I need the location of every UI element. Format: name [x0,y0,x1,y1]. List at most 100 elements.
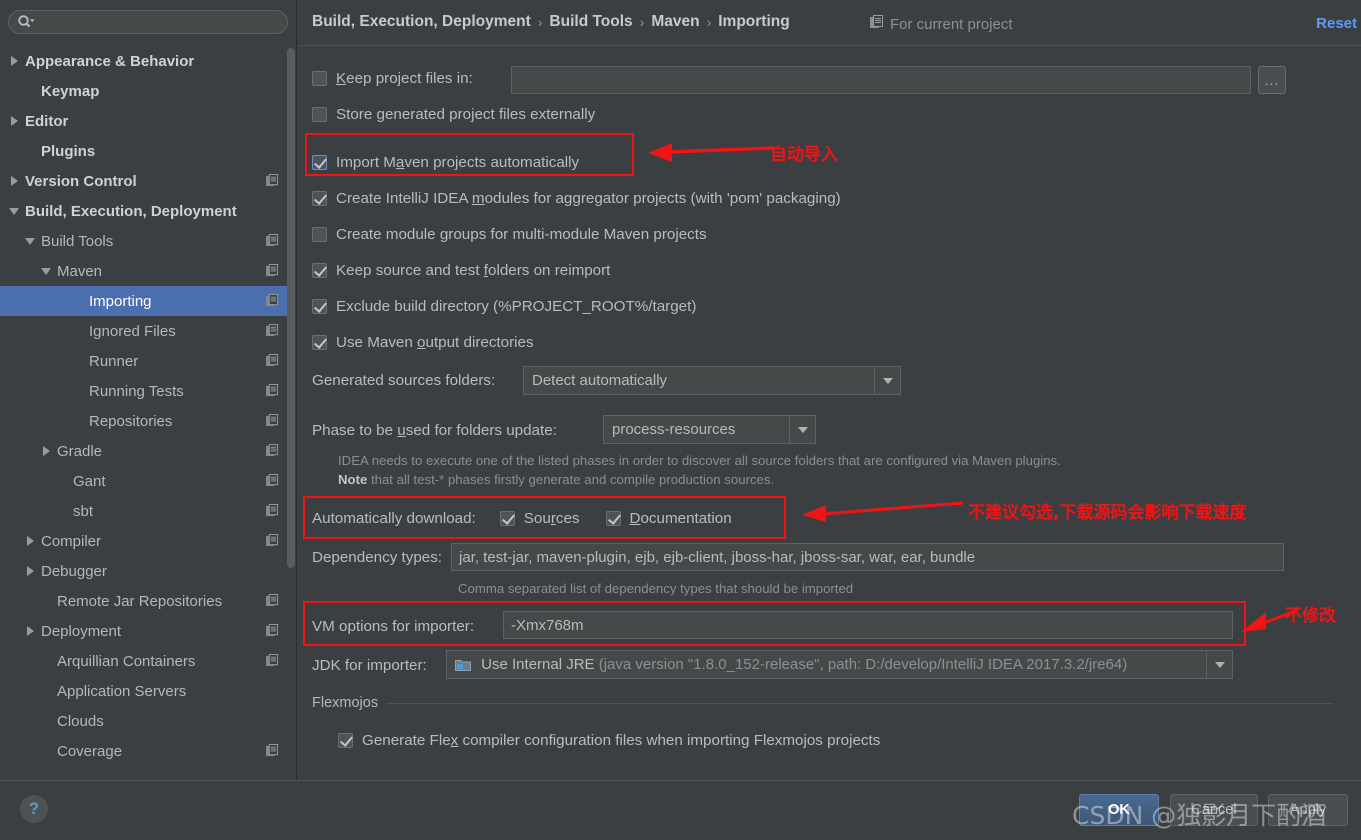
chevron-down-icon[interactable] [789,416,815,443]
sidebar-item-debugger[interactable]: Debugger [0,556,289,586]
sidebar-item-running-tests[interactable]: Running Tests [0,376,289,406]
download-sources-checkbox[interactable] [499,511,515,526]
import-maven-automatically-row[interactable]: Import Maven projects automatically [312,154,579,171]
chevron-down-icon[interactable] [8,204,22,218]
sidebar-item-importing[interactable]: Importing [0,286,289,316]
chevron-right-icon[interactable] [8,174,22,188]
chevron-right-icon[interactable] [40,444,54,458]
generate-flex-config-row[interactable]: Generate Flex compiler configuration fil… [338,732,880,749]
sidebar-item-gradle[interactable]: Gradle [0,436,289,466]
chevron-down-icon[interactable] [1206,651,1232,678]
sidebar-item-build-execution-deployment[interactable]: Build, Execution, Deployment [0,196,289,226]
sidebar-item-maven[interactable]: Maven [0,256,289,286]
sidebar-item-sbt[interactable]: sbt [0,496,289,526]
keep-project-files-browse-button[interactable]: ... [1258,66,1286,94]
generated-sources-folders-combo[interactable]: Detect automatically [523,366,901,395]
sidebar-item-keymap[interactable]: Keymap [0,76,289,106]
breadcrumb-item[interactable]: Build Tools [549,13,632,31]
breadcrumb-item[interactable]: Importing [718,13,789,31]
use-maven-output-directories-row[interactable]: Use Maven output directories [312,334,534,351]
sidebar-item-deployment[interactable]: Deployment [0,616,289,646]
store-generated-externally-row[interactable]: Store generated project files externally [312,106,595,123]
breadcrumb-item[interactable]: Maven [651,13,699,31]
breadcrumb-item[interactable]: Build, Execution, Deployment [312,13,531,31]
apply-button[interactable]: Apply [1268,794,1348,826]
project-scope-icon [266,474,279,487]
project-scope-icon [266,354,279,367]
breadcrumb-separator: › [537,14,543,30]
chevron-down-icon[interactable] [874,367,900,394]
sidebar-item-label: Build Tools [41,232,114,250]
use-maven-output-directories-checkbox[interactable] [312,335,327,350]
sidebar-item-build-tools[interactable]: Build Tools [0,226,289,256]
project-scope-icon [266,504,279,517]
search-box[interactable] [8,10,288,34]
jdk-for-importer-combo[interactable]: Use Internal JRE (java version "1.8.0_15… [446,650,1233,679]
sidebar-item-version-control[interactable]: Version Control [0,166,289,196]
project-scope-icon [266,654,279,667]
cancel-button[interactable]: Cancel [1170,794,1258,826]
generated-sources-folders-value: Detect automatically [532,372,668,389]
jdk-for-importer-row: JDK for importer: [312,657,427,674]
generate-flex-config-checkbox[interactable] [338,733,353,748]
chevron-right-icon[interactable] [8,54,22,68]
import-maven-automatically-checkbox[interactable] [312,155,327,170]
help-icon[interactable]: ? [20,795,48,823]
download-documentation-checkbox[interactable] [605,511,621,526]
project-scope-icon [266,264,279,277]
store-generated-externally-label: Store generated project files externally [336,106,596,123]
chevron-right-icon[interactable] [24,624,38,638]
exclude-build-directory-row[interactable]: Exclude build directory (%PROJECT_ROOT%/… [312,298,696,315]
dependency-types-row: Dependency types: [312,549,442,566]
sidebar-item-runner[interactable]: Runner [0,346,289,376]
chevron-down-icon[interactable] [40,264,54,278]
sidebar-item-label: Repositories [89,412,173,430]
create-module-groups-row[interactable]: Create module groups for multi-module Ma… [312,226,707,243]
keep-project-files-checkbox[interactable] [312,71,327,86]
vm-options-label: VM options for importer: [312,618,475,635]
dependency-types-input[interactable] [451,543,1284,571]
search-input[interactable] [35,13,287,31]
settings-dialog: Appearance & Behavior Keymap Editor Plugins… [0,0,1361,840]
sidebar-item-gant[interactable]: Gant [0,466,289,496]
vm-options-input[interactable] [503,611,1233,639]
phase-hint-note-rest: that all test-* phases firstly generate … [367,472,775,487]
phase-folders-update-combo[interactable]: process-resources [603,415,816,444]
sidebar-item-arquillian-containers[interactable]: Arquillian Containers [0,646,289,676]
project-scope-icon [266,234,279,247]
settings-tree[interactable]: Appearance & Behavior Keymap Editor Plugins… [0,46,289,776]
sidebar-item-label: Ignored Files [89,322,176,340]
create-module-groups-label: Create module groups for multi-module Ma… [336,226,707,243]
sidebar-item-compiler[interactable]: Compiler [0,526,289,556]
sidebar-item-appearance-behavior[interactable]: Appearance & Behavior [0,46,289,76]
create-idea-modules-row[interactable]: Create IntelliJ IDEA modules for aggrega… [312,190,841,207]
chevron-right-icon[interactable] [24,534,38,548]
store-generated-externally-checkbox[interactable] [312,107,327,122]
create-idea-modules-checkbox[interactable] [312,191,327,206]
sidebar-item-application-servers[interactable]: Application Servers [0,676,289,706]
create-module-groups-checkbox[interactable] [312,227,327,242]
reset-link[interactable]: Reset [1316,15,1357,32]
header-divider [298,45,1361,46]
keep-source-test-folders-checkbox[interactable] [312,263,327,278]
keep-project-files-input[interactable] [511,66,1251,94]
sidebar-item-coverage[interactable]: Coverage [0,736,289,766]
sidebar-item-plugins[interactable]: Plugins [0,136,289,166]
sidebar-item-ignored-files[interactable]: Ignored Files [0,316,289,346]
folder-icon [455,658,471,672]
chevron-right-icon[interactable] [8,114,22,128]
sidebar-item-repositories[interactable]: Repositories [0,406,289,436]
sidebar-item-clouds[interactable]: Clouds [0,706,289,736]
chevron-right-icon[interactable] [24,564,38,578]
chevron-down-icon[interactable] [24,234,38,248]
sidebar-scrollbar-thumb[interactable] [287,48,295,568]
keep-source-test-folders-row[interactable]: Keep source and test folders on reimport [312,262,610,279]
exclude-build-directory-checkbox[interactable] [312,299,327,314]
sidebar-item-editor[interactable]: Editor [0,106,289,136]
sidebar-item-remote-jar-repositories[interactable]: Remote Jar Repositories [0,586,289,616]
sidebar-item-label: Importing [89,292,152,310]
ok-button[interactable]: OK [1079,794,1159,826]
